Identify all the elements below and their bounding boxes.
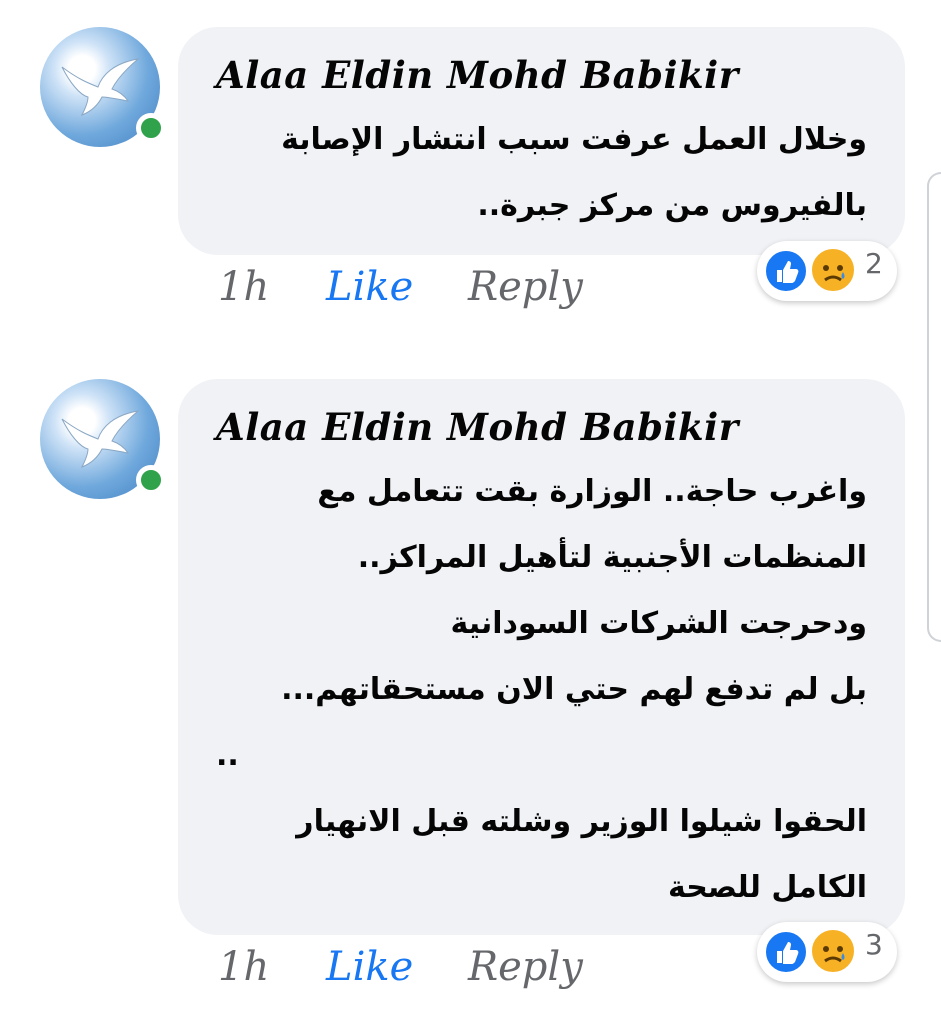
like-reaction-icon: [763, 929, 809, 975]
like-reaction-icon: [763, 248, 809, 294]
dove-icon: [61, 410, 140, 468]
comment-bubble: Alaa Eldin Mohd Babikir واغرب حاجة.. الو…: [178, 379, 905, 935]
reaction-summary[interactable]: 2: [757, 241, 897, 301]
like-button[interactable]: Like: [326, 264, 413, 310]
comment-time[interactable]: 1h: [218, 264, 269, 310]
reply-button[interactable]: Reply: [468, 944, 583, 990]
comment-text-line: بل لم تدفع لهم حتي الان مستحقاتهم...: [281, 672, 867, 707]
comment-text-line: واغرب حاجة.. الوزارة بقت تتعامل مع: [317, 474, 867, 509]
sad-reaction-icon: [809, 927, 857, 975]
reaction-summary[interactable]: 3: [757, 922, 897, 982]
comment-bubble: Alaa Eldin Mohd Babikir وخلال العمل عرفت…: [178, 27, 905, 255]
comment-text-line: ..: [216, 738, 239, 773]
avatar[interactable]: [40, 27, 166, 147]
comment-text-line: بالفيروس من مركز جبرة..: [477, 188, 867, 223]
comment-text-line: الحقوا شيلوا الوزير وشلته قبل الانهيار: [296, 804, 867, 839]
reply-button[interactable]: Reply: [468, 264, 583, 310]
sad-reaction-icon: [809, 246, 857, 294]
dove-icon: [61, 58, 140, 116]
online-status-dot: [136, 465, 166, 495]
comment-text-line: ودحرجت الشركات السودانية: [450, 606, 867, 641]
like-button[interactable]: Like: [326, 944, 413, 990]
comment-time[interactable]: 1h: [218, 944, 269, 990]
reaction-count: 2: [865, 247, 883, 280]
scrollbar[interactable]: [927, 172, 941, 642]
comment-text-line: المنظمات الأجنبية لتأهيل المراكز..: [357, 540, 867, 575]
comment-author[interactable]: Alaa Eldin Mohd Babikir: [216, 405, 867, 449]
online-status-dot: [136, 113, 166, 143]
avatar[interactable]: [40, 379, 166, 499]
comment-author[interactable]: Alaa Eldin Mohd Babikir: [216, 53, 867, 97]
comment-text-line: الكامل للصحة: [668, 870, 867, 905]
comment-text-line: وخلال العمل عرفت سبب انتشار الإصابة: [281, 122, 867, 157]
reaction-count: 3: [865, 928, 883, 961]
